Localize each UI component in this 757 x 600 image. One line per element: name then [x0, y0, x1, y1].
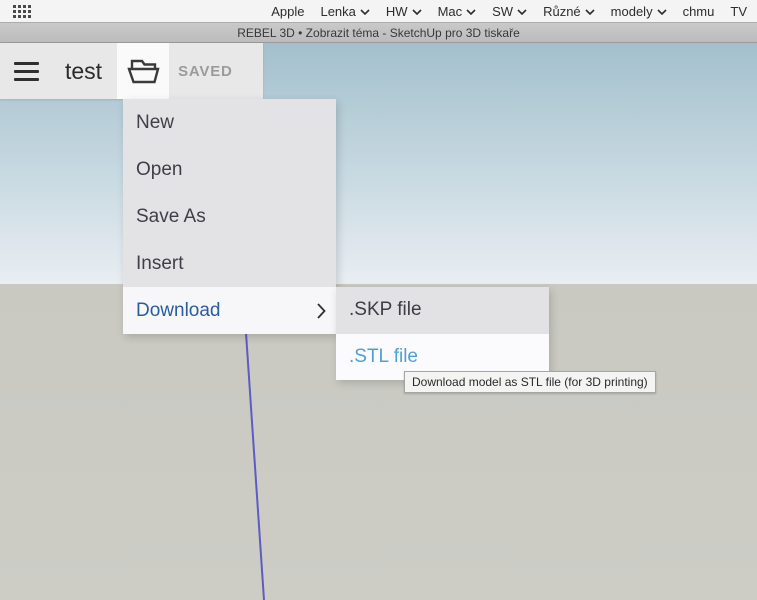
- bookmarks-bar: Apple Lenka HW Mac SW Různé modely chmu …: [0, 0, 757, 22]
- menu-item-label: Open: [136, 159, 182, 181]
- chevron-down-icon: [517, 9, 527, 15]
- browser-tab[interactable]: REBEL 3D • Zobrazit téma - SketchUp pro …: [0, 22, 757, 43]
- chevron-right-icon: [317, 303, 326, 319]
- apps-grid-icon[interactable]: [13, 5, 31, 18]
- hamburger-menu-icon[interactable]: [14, 62, 39, 81]
- bookmark-label: HW: [386, 4, 408, 19]
- download-submenu: .SKP file .STL file: [336, 287, 549, 380]
- bookmark-label: SW: [492, 4, 513, 19]
- bookmark-label: Lenka: [320, 4, 355, 19]
- chevron-down-icon: [360, 9, 370, 15]
- menu-item-label: New: [136, 112, 174, 134]
- bookmark-label: modely: [611, 4, 653, 19]
- bookmarks-items: Apple Lenka HW Mac SW Různé modely chmu …: [271, 4, 747, 19]
- bookmark-label: Mac: [438, 4, 463, 19]
- bookmark-folder-lenka[interactable]: Lenka: [320, 4, 369, 19]
- chevron-down-icon: [657, 9, 667, 15]
- file-menu-dropdown: New Open Save As Insert Download: [123, 99, 336, 334]
- app-header-toolbar: test SAVED: [0, 43, 263, 99]
- tab-title: REBEL 3D • Zobrazit téma - SketchUp pro …: [237, 26, 520, 40]
- menu-item-label: Insert: [136, 253, 184, 275]
- submenu-item-label: .STL file: [349, 346, 418, 368]
- document-title[interactable]: test: [65, 58, 102, 85]
- submenu-item-label: .SKP file: [349, 299, 422, 321]
- menu-item-label: Download: [136, 300, 221, 322]
- menu-item-download[interactable]: Download: [123, 287, 336, 334]
- bookmark-label: TV: [730, 4, 747, 19]
- bookmark-label: Apple: [271, 4, 304, 19]
- bookmark-label: Různé: [543, 4, 581, 19]
- menu-item-open[interactable]: Open: [123, 146, 336, 193]
- file-menu-button[interactable]: [117, 43, 169, 99]
- menu-item-label: Save As: [136, 206, 206, 228]
- bookmark-folder-modely[interactable]: modely: [611, 4, 667, 19]
- bookmark-label: chmu: [683, 4, 715, 19]
- bookmark-tv[interactable]: TV: [730, 4, 747, 19]
- chevron-down-icon: [585, 9, 595, 15]
- bookmark-chmu[interactable]: chmu: [683, 4, 715, 19]
- menu-item-insert[interactable]: Insert: [123, 240, 336, 287]
- submenu-item-skp-file[interactable]: .SKP file: [336, 287, 549, 334]
- browser-window: Apple Lenka HW Mac SW Různé modely chmu …: [0, 0, 757, 600]
- bookmark-folder-hw[interactable]: HW: [386, 4, 422, 19]
- chevron-down-icon: [466, 9, 476, 15]
- status-badge: SAVED: [178, 63, 233, 80]
- bookmark-apple[interactable]: Apple: [271, 4, 304, 19]
- tooltip: Download model as STL file (for 3D print…: [404, 371, 656, 393]
- chevron-down-icon: [412, 9, 422, 15]
- open-folder-icon: [125, 56, 161, 86]
- bookmark-folder-sw[interactable]: SW: [492, 4, 527, 19]
- menu-item-save-as[interactable]: Save As: [123, 193, 336, 240]
- menu-item-new[interactable]: New: [123, 99, 336, 146]
- bookmark-folder-ruzne[interactable]: Různé: [543, 4, 595, 19]
- sketchup-viewport[interactable]: test SAVED New Open Save As Insert: [0, 43, 757, 600]
- bookmark-folder-mac[interactable]: Mac: [438, 4, 477, 19]
